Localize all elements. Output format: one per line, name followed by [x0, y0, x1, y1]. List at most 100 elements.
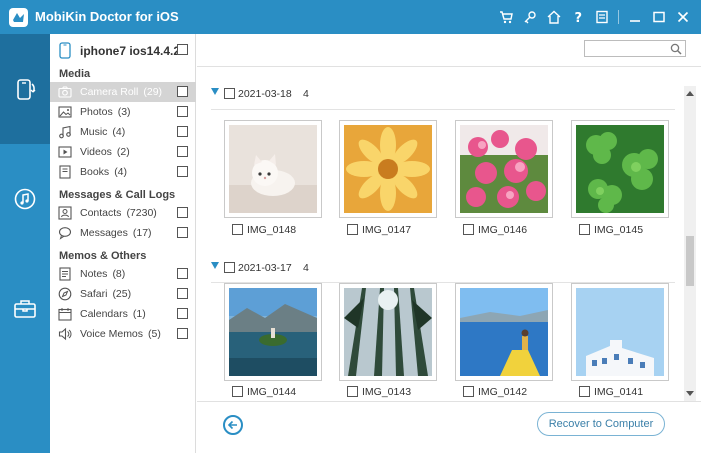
category-checkbox[interactable]	[177, 268, 188, 279]
sidebar-item-notes[interactable]: Notes (8)	[50, 264, 196, 284]
photo-thumbnail[interactable]	[571, 120, 669, 218]
sidebar-item-count: (4)	[114, 166, 128, 178]
clover-photo	[576, 125, 664, 213]
photo-thumbnail[interactable]	[224, 120, 322, 218]
category-checkbox[interactable]	[177, 126, 188, 137]
sidebar-item-label: Music	[80, 126, 108, 138]
rail-itunes-recovery[interactable]	[0, 144, 50, 254]
sidebar-item-label: Camera Roll	[80, 86, 139, 98]
app-title: MobiKin Doctor for iOS	[35, 9, 179, 24]
date-group-count: 4	[303, 88, 309, 100]
sidebar-item-count: (25)	[112, 288, 132, 300]
photo-thumbnail[interactable]	[571, 283, 669, 381]
yellow-flower-photo	[344, 125, 432, 213]
photo-checkbox[interactable]	[579, 386, 590, 397]
sidebar-item-music[interactable]: Music (4)	[50, 122, 196, 142]
photo-name: IMG_0143	[362, 386, 412, 398]
collapse-caret-icon[interactable]	[211, 262, 219, 269]
photo-thumbnail[interactable]	[455, 120, 553, 218]
calendar-icon	[58, 308, 72, 321]
photo-checkbox[interactable]	[232, 386, 243, 397]
photo-caption: IMG_0142	[455, 385, 553, 399]
photo-checkbox[interactable]	[463, 224, 474, 235]
photo-thumbnail[interactable]	[339, 120, 437, 218]
forest-photo	[344, 288, 432, 376]
sidebar-item-contacts[interactable]: Contacts (7230)	[50, 203, 196, 223]
scroll-up-icon[interactable]	[686, 91, 694, 96]
sidebar-item-count: (1)	[132, 308, 146, 320]
scroll-down-icon[interactable]	[686, 391, 694, 396]
collapse-caret-icon[interactable]	[211, 88, 219, 95]
recover-to-computer-button[interactable]: Recover to Computer	[537, 412, 665, 436]
rail-toolbox[interactable]	[0, 254, 50, 364]
sidebar-item-calendars[interactable]: Calendars (1)	[50, 304, 196, 324]
search-box	[584, 40, 686, 57]
device-checkbox[interactable]	[177, 44, 188, 55]
photo-checkbox[interactable]	[347, 386, 358, 397]
photo-icon	[58, 106, 72, 118]
category-checkbox[interactable]	[177, 146, 188, 157]
device-row[interactable]: iphone7 ios14.4.2	[50, 34, 196, 64]
photo-checkbox[interactable]	[463, 386, 474, 397]
photo-name: IMG_0142	[478, 386, 528, 398]
date-group-checkbox[interactable]	[224, 88, 235, 99]
category-checkbox[interactable]	[177, 227, 188, 238]
cart-icon[interactable]	[494, 8, 518, 26]
iphone-icon	[59, 42, 71, 59]
close-icon[interactable]	[671, 8, 695, 26]
music-icon	[59, 125, 71, 139]
search-input[interactable]	[587, 42, 667, 55]
sidebar-item-safari[interactable]: Safari (25)	[50, 284, 196, 304]
photo-checkbox[interactable]	[579, 224, 590, 235]
maximize-icon[interactable]	[647, 8, 671, 26]
photo-thumbnail[interactable]	[224, 283, 322, 381]
photo-thumbnail[interactable]	[339, 283, 437, 381]
sidebar-item-label: Photos	[80, 106, 113, 118]
safari-icon	[58, 287, 72, 301]
photo-checkbox[interactable]	[232, 224, 243, 235]
photo-thumbnail[interactable]	[455, 283, 553, 381]
category-checkbox[interactable]	[177, 166, 188, 177]
toolbox-icon	[14, 300, 36, 318]
itunes-music-icon	[14, 188, 36, 210]
category-checkbox[interactable]	[177, 288, 188, 299]
notes-icon	[59, 267, 71, 281]
building-sky-photo	[576, 288, 664, 376]
feedback-icon[interactable]	[590, 8, 614, 26]
category-checkbox[interactable]	[177, 86, 188, 97]
photo-caption: IMG_0141	[571, 385, 669, 399]
help-icon[interactable]: ?	[566, 8, 590, 26]
search-icon[interactable]	[670, 43, 682, 55]
footer-bar: Recover to Computer	[197, 401, 701, 453]
pink-blossom-photo	[460, 125, 548, 213]
key-icon[interactable]	[518, 8, 542, 26]
main-panel: 2021-03-18 4 IMG_0148 IMG_0147 IMG_0146 …	[197, 34, 701, 453]
sidebar-item-camera-roll[interactable]: Camera Roll (29)	[50, 82, 196, 102]
vertical-scrollbar[interactable]	[684, 86, 696, 401]
category-checkbox[interactable]	[177, 328, 188, 339]
date-group-checkbox[interactable]	[224, 262, 235, 273]
category-checkbox[interactable]	[177, 308, 188, 319]
photo-grid: 2021-03-18 4 IMG_0148 IMG_0147 IMG_0146 …	[197, 66, 701, 401]
beach-dock-photo	[460, 288, 548, 376]
photo-checkbox[interactable]	[347, 224, 358, 235]
message-icon	[58, 227, 72, 240]
sidebar-item-messages[interactable]: Messages (17)	[50, 223, 196, 243]
scrollbar-thumb[interactable]	[686, 236, 694, 286]
sidebar-item-label: Safari	[80, 288, 108, 300]
category-checkbox[interactable]	[177, 207, 188, 218]
sidebar-item-videos[interactable]: Videos (2)	[50, 142, 196, 162]
sidebar-item-voice-memos[interactable]: Voice Memos (5)	[50, 324, 196, 344]
sidebar-item-label: Calendars	[80, 308, 128, 320]
sidebar-item-count: (8)	[112, 268, 126, 280]
rail-device-recovery[interactable]	[0, 34, 50, 144]
home-icon[interactable]	[542, 8, 566, 26]
category-checkbox[interactable]	[177, 106, 188, 117]
sidebar-item-count: (29)	[143, 86, 163, 98]
voice-memo-icon	[58, 327, 72, 341]
sidebar-item-books[interactable]: Books (4)	[50, 162, 196, 182]
back-button[interactable]	[223, 415, 243, 435]
minimize-icon[interactable]	[623, 8, 647, 26]
sidebar-item-photos[interactable]: Photos (3)	[50, 102, 196, 122]
section-messages-call-logs: Messages & Call Logs	[59, 189, 176, 201]
